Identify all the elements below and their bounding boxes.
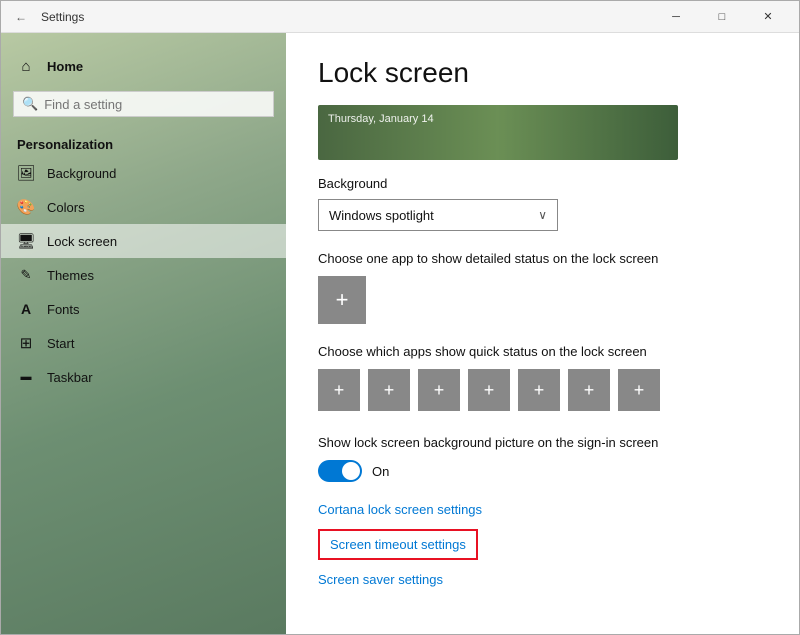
cortana-link[interactable]: Cortana lock screen settings — [318, 502, 767, 517]
screen-timeout-link[interactable]: Screen timeout settings — [318, 529, 478, 560]
sidebar-item-home[interactable]: ⌂ Home — [17, 49, 270, 83]
settings-window: ← Settings ─ □ ✕ ⌂ Home 🔍 Personalizatio… — [0, 0, 800, 635]
sidebar-item-start[interactable]: ⊞ Start — [1, 326, 286, 360]
toggle-row: On — [318, 460, 767, 482]
lock-screen-preview: Thursday, January 14 — [318, 105, 678, 160]
back-button[interactable]: ← — [9, 5, 33, 29]
sidebar-section-label: Personalization — [1, 129, 286, 156]
sidebar-header: ⌂ Home — [1, 33, 286, 91]
close-button[interactable]: ✕ — [745, 1, 791, 33]
toggle-label: On — [372, 464, 389, 479]
plus-icon-6: + — [584, 380, 595, 401]
sidebar-item-taskbar[interactable]: ▬ Taskbar — [1, 360, 286, 394]
signin-label: Show lock screen background picture on t… — [318, 435, 767, 450]
sidebar-item-themes[interactable]: ✎ Themes — [1, 258, 286, 292]
home-icon: ⌂ — [17, 57, 35, 75]
add-detailed-status-button[interactable]: + — [318, 276, 366, 324]
sidebar-background-label: Background — [47, 166, 116, 181]
plus-icon-5: + — [534, 380, 545, 401]
colors-icon: 🎨 — [17, 198, 35, 216]
plus-icon-2: + — [384, 380, 395, 401]
sidebar-start-label: Start — [47, 336, 74, 351]
background-section-label: Background — [318, 176, 767, 191]
content-area: ⌂ Home 🔍 Personalization 🖼 Background 🎨 … — [1, 33, 799, 634]
main-content: Lock screen Thursday, January 14 Backgro… — [286, 33, 799, 634]
quick-status-btn-7[interactable]: + — [618, 369, 660, 411]
sidebar-taskbar-label: Taskbar — [47, 370, 93, 385]
add-detailed-icon: + — [336, 287, 349, 313]
sidebar-colors-label: Colors — [47, 200, 85, 215]
sidebar-item-colors[interactable]: 🎨 Colors — [1, 190, 286, 224]
taskbar-icon: ▬ — [17, 368, 35, 386]
fonts-icon: A — [17, 300, 35, 318]
toggle-knob — [342, 462, 360, 480]
sidebar-item-background[interactable]: 🖼 Background — [1, 156, 286, 190]
themes-icon: ✎ — [17, 266, 35, 284]
quick-status-row: + + + + + + + — [318, 369, 767, 411]
quick-status-btn-4[interactable]: + — [468, 369, 510, 411]
quick-status-btn-1[interactable]: + — [318, 369, 360, 411]
titlebar-title: Settings — [41, 10, 84, 24]
titlebar-left: ← Settings — [9, 5, 84, 29]
plus-icon-1: + — [334, 380, 345, 401]
signin-section: Show lock screen background picture on t… — [318, 435, 767, 482]
sidebar: ⌂ Home 🔍 Personalization 🖼 Background 🎨 … — [1, 33, 286, 634]
minimize-button[interactable]: ─ — [653, 1, 699, 33]
start-icon: ⊞ — [17, 334, 35, 352]
search-icon: 🔍 — [22, 96, 38, 112]
quick-status-label: Choose which apps show quick status on t… — [318, 344, 767, 359]
signin-toggle[interactable] — [318, 460, 362, 482]
sidebar-themes-label: Themes — [47, 268, 94, 283]
lock-screen-icon: 🖥 — [17, 232, 35, 250]
sidebar-item-lock-screen[interactable]: 🖥 Lock screen — [1, 224, 286, 258]
sidebar-lock-screen-label: Lock screen — [47, 234, 117, 249]
plus-icon-7: + — [634, 380, 645, 401]
sidebar-fonts-label: Fonts — [47, 302, 80, 317]
sidebar-item-fonts[interactable]: A Fonts — [1, 292, 286, 326]
plus-icon-3: + — [434, 380, 445, 401]
search-input[interactable] — [44, 97, 265, 112]
quick-status-btn-2[interactable]: + — [368, 369, 410, 411]
search-box[interactable]: 🔍 — [13, 91, 274, 117]
screensaver-link[interactable]: Screen saver settings — [318, 572, 767, 587]
background-dropdown-value: Windows spotlight — [329, 208, 434, 223]
quick-status-btn-3[interactable]: + — [418, 369, 460, 411]
sidebar-home-label: Home — [47, 59, 83, 74]
preview-date: Thursday, January 14 — [328, 113, 434, 125]
page-title: Lock screen — [318, 57, 767, 89]
quick-status-btn-6[interactable]: + — [568, 369, 610, 411]
maximize-button[interactable]: □ — [699, 1, 745, 33]
plus-icon-4: + — [484, 380, 495, 401]
background-dropdown[interactable]: Windows spotlight ∨ — [318, 199, 558, 231]
quick-status-btn-5[interactable]: + — [518, 369, 560, 411]
background-icon: 🖼 — [17, 164, 35, 182]
titlebar: ← Settings ─ □ ✕ — [1, 1, 799, 33]
dropdown-arrow-icon: ∨ — [538, 208, 547, 222]
titlebar-controls: ─ □ ✕ — [653, 1, 791, 33]
detailed-status-label: Choose one app to show detailed status o… — [318, 251, 767, 266]
